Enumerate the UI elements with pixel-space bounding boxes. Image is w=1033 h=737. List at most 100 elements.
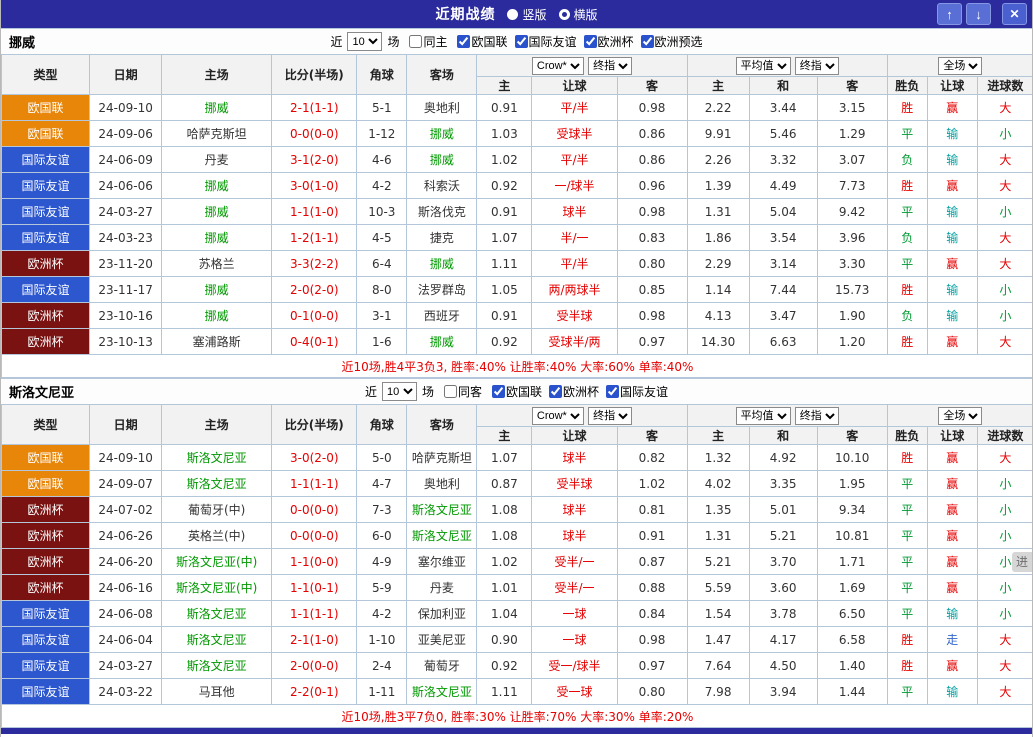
competition-checkbox[interactable] [514, 34, 528, 48]
competition-filter[interactable]: 欧洲杯 [542, 383, 599, 400]
competition-filter[interactable]: 欧国联 [450, 33, 508, 50]
away-team-link[interactable]: 塞尔维亚 [418, 555, 466, 569]
away-team-link[interactable]: 挪威 [430, 127, 454, 141]
average-group-header: 平均值 终指 [686, 54, 888, 77]
home-team-link[interactable]: 挪威 [205, 205, 229, 219]
home-team-link[interactable]: 斯洛文尼亚 [187, 451, 247, 465]
result-goals: 大 [976, 94, 1032, 121]
home-team-link[interactable]: 哈萨克斯坦 [187, 127, 247, 141]
away-team-link[interactable]: 奥地利 [424, 477, 460, 491]
away-team-link[interactable]: 斯洛文尼亚 [412, 503, 472, 517]
match-row: 欧洲杯 24-06-26 英格兰(中) 0-0(0-0) 6-0 斯洛文尼亚 1.08 球半 0… [1, 522, 1032, 549]
away-team-link[interactable]: 科索沃 [424, 179, 460, 193]
competition-filter[interactable]: 国际友谊 [599, 383, 668, 400]
result-wdl: 胜 [886, 652, 928, 679]
competition-filter[interactable]: 国际友谊 [508, 33, 577, 50]
home-team-link[interactable]: 斯洛文尼亚 [187, 607, 247, 621]
away-team-link[interactable]: 斯洛文尼亚 [412, 685, 472, 699]
away-team-link[interactable]: 挪威 [430, 335, 454, 349]
odds-company-select[interactable]: Crow* [531, 56, 584, 75]
subcol-result-handicap: 让球 [926, 426, 978, 445]
home-team-link[interactable]: 苏格兰 [199, 257, 235, 271]
home-team-link[interactable]: 葡萄牙(中) [188, 503, 245, 517]
home-team-link[interactable]: 挪威 [205, 283, 229, 297]
competition-checkbox[interactable] [640, 34, 654, 48]
home-team-link[interactable]: 斯洛文尼亚(中) [176, 555, 257, 569]
away-team-link[interactable]: 葡萄牙 [424, 659, 460, 673]
home-team: 斯洛文尼亚(中) [161, 574, 273, 601]
home-team-link[interactable]: 塞浦路斯 [193, 335, 241, 349]
away-team-link[interactable]: 挪威 [430, 153, 454, 167]
odds-group-header: Crow* 终指 [476, 54, 688, 77]
home-team-link[interactable]: 挪威 [205, 231, 229, 245]
move-down-button[interactable]: ↓ [966, 3, 991, 25]
average-stage-select[interactable]: 终指 [794, 406, 839, 425]
avg-draw-odds: 3.54 [748, 224, 818, 251]
competition-checkbox[interactable] [583, 34, 597, 48]
away-team-link[interactable]: 保加利亚 [418, 607, 466, 621]
away-team-link[interactable]: 法罗群岛 [418, 283, 466, 297]
home-team-link[interactable]: 马耳他 [199, 685, 235, 699]
away-team-link[interactable]: 亚美尼亚 [418, 633, 466, 647]
away-team-link[interactable]: 挪威 [430, 257, 454, 271]
average-select[interactable]: 平均值 [735, 406, 791, 425]
layout-horizontal-option[interactable]: 横版 [558, 6, 598, 23]
home-team-link[interactable]: 挪威 [205, 101, 229, 115]
away-team-link[interactable]: 捷克 [430, 231, 454, 245]
odds-stage-select[interactable]: 终指 [588, 56, 633, 75]
home-team-link[interactable]: 英格兰(中) [188, 529, 245, 543]
handicap: 受一球 [531, 678, 618, 705]
away-team-link[interactable]: 斯洛文尼亚 [412, 529, 472, 543]
average-stage-select[interactable]: 终指 [794, 56, 839, 75]
same-venue-filter[interactable]: 同主 [402, 33, 447, 50]
move-up-button[interactable]: ↑ [937, 3, 962, 25]
away-team-link[interactable]: 斯洛伐克 [418, 205, 466, 219]
same-venue-filter[interactable]: 同客 [437, 383, 482, 400]
competition-filter[interactable]: 欧洲预选 [634, 33, 703, 50]
handicap: 球半 [531, 444, 618, 471]
corner-score: 4-6 [356, 146, 408, 173]
scope-select[interactable]: 全场 [938, 406, 983, 425]
result-handicap: 赢 [926, 94, 978, 121]
competition-checkbox[interactable] [606, 384, 620, 398]
away-team-link[interactable]: 丹麦 [430, 581, 454, 595]
competition-checkbox[interactable] [457, 34, 471, 48]
recent-count-select[interactable]: 10 [347, 32, 383, 51]
away-team-link[interactable]: 奥地利 [424, 101, 460, 115]
avg-away-odds: 3.07 [816, 146, 888, 173]
odds-stage-select[interactable]: 终指 [588, 406, 633, 425]
subcol-avg-home: 主 [686, 76, 750, 95]
home-odds: 1.05 [476, 276, 533, 303]
home-team: 斯洛文尼亚 [161, 626, 273, 653]
home-team-link[interactable]: 斯洛文尼亚 [187, 477, 247, 491]
away-team-link[interactable]: 哈萨克斯坦 [412, 451, 472, 465]
competition-checkbox[interactable] [549, 384, 563, 398]
results-table: 类型 日期 主场 比分(半场) 角球 客场 Crow* 终指 平均值 终指 全场… [1, 404, 1032, 728]
average-select[interactable]: 平均值 [735, 56, 791, 75]
recent-count-select[interactable]: 10 [381, 382, 417, 401]
home-team-link[interactable]: 斯洛文尼亚 [187, 633, 247, 647]
scope-select[interactable]: 全场 [938, 56, 983, 75]
floating-expand-hint[interactable]: 进 [1012, 552, 1032, 572]
close-button[interactable]: ✕ [1002, 3, 1027, 25]
competition-filter[interactable]: 欧洲杯 [577, 33, 634, 50]
result-handicap: 赢 [926, 574, 978, 601]
titlebar-buttons: ↑ ↓ ✕ [937, 3, 1027, 25]
score: 0-0(0-0) [271, 120, 358, 147]
avg-draw-odds: 3.35 [748, 470, 818, 497]
score: 2-2(0-1) [271, 678, 358, 705]
odds-company-select[interactable]: Crow* [531, 406, 584, 425]
competition-type: 国际友谊 [1, 198, 91, 225]
competition-filter[interactable]: 欧国联 [485, 383, 542, 400]
same-venue-checkbox[interactable] [409, 35, 423, 48]
competition-checkbox[interactable] [492, 384, 505, 398]
home-team-link[interactable]: 斯洛文尼亚 [187, 659, 247, 673]
avg-draw-odds: 5.46 [748, 120, 818, 147]
home-team-link[interactable]: 挪威 [205, 179, 229, 193]
home-team-link[interactable]: 丹麦 [205, 153, 229, 167]
same-venue-checkbox[interactable] [443, 385, 457, 398]
home-team-link[interactable]: 挪威 [205, 309, 229, 323]
away-team-link[interactable]: 西班牙 [424, 309, 460, 323]
layout-vertical-option[interactable]: 竖版 [507, 6, 547, 23]
home-team-link[interactable]: 斯洛文尼亚(中) [176, 581, 257, 595]
